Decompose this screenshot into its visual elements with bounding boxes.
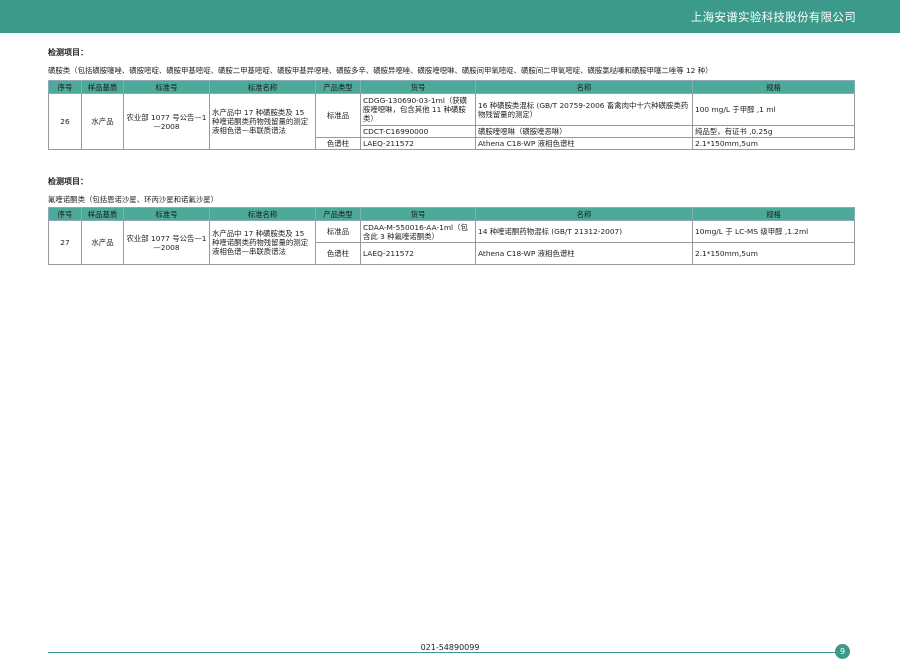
col-header-spec: 规格	[692, 207, 855, 221]
col-header-std-name: 标准名称	[209, 207, 316, 221]
product-code: LAEQ-211572	[360, 242, 476, 265]
product-table-1: 序号 样品基质 标准号 标准名称 产品类型 货号 名称 规格 26 水产品 农业…	[48, 80, 855, 150]
table-header-row: 序号 样品基质 标准号 标准名称 产品类型 货号 名称 规格	[48, 207, 855, 221]
product-type: 色谱柱	[315, 137, 361, 150]
standard-name: 水产品中 17 种磺胺类及 15 种喹诺酮类药物残留量的测定 液相色谱—串联质谱…	[209, 220, 316, 265]
product-spec: 100 mg/L 于甲醇 ,1 ml	[692, 93, 855, 126]
product-name: 14 种喹诺酮药物混标 (GB/T 21312-2007)	[475, 220, 693, 243]
row-number: 26	[48, 93, 82, 150]
product-spec: 10mg/L 于 LC-MS 级甲醇 ,1.2ml	[692, 220, 855, 243]
col-header-matrix: 样品基质	[81, 80, 124, 94]
table-row: 26 水产品 农业部 1077 号公告—1—2008 水产品中 17 种磺胺类及…	[48, 93, 855, 150]
product-code: CDAA-M-550016-AA-1ml（包含此 3 种氟喹诺酮类）	[360, 220, 476, 243]
standard-name: 水产品中 17 种磺胺类及 15 种喹诺酮类药物残留量的测定 液相色谱—串联质谱…	[209, 93, 316, 150]
col-header-spec: 规格	[692, 80, 855, 94]
col-header-code: 货号	[360, 80, 476, 94]
product-spec: 纯品型，有证书 ,0.25g	[692, 125, 855, 138]
footer-phone: 021-54890099	[0, 643, 900, 652]
footer-divider	[48, 652, 838, 653]
product-name: 磺胺喹噁啉（磺胺喹恶啉）	[475, 125, 693, 138]
product-name: 16 种磺胺类混标 (GB/T 20759-2006 畜禽肉中十六种磺胺类药物残…	[475, 93, 693, 126]
product-code: LAEQ-211572	[360, 137, 476, 150]
col-header-code: 货号	[360, 207, 476, 221]
standard-number: 农业部 1077 号公告—1—2008	[123, 93, 210, 150]
product-name: Athena C18-WP 液相色谱柱	[475, 242, 693, 265]
product-type: 标准品	[315, 220, 361, 243]
table-header-row: 序号 样品基质 标准号 标准名称 产品类型 货号 名称 规格	[48, 80, 855, 94]
col-header-type: 产品类型	[315, 207, 361, 221]
phone-number: 021-54890099	[412, 643, 488, 652]
section-description: 氟喹诺酮类（包括恩诺沙星、环丙沙星和诺氟沙星）	[48, 195, 218, 204]
standard-number: 农业部 1077 号公告—1—2008	[123, 220, 210, 265]
product-name: Athena C18-WP 液相色谱柱	[475, 137, 693, 150]
section-title: 检测项目：	[48, 177, 88, 186]
product-spec: 2.1*150mm,5um	[692, 137, 855, 150]
col-header-std-no: 标准号	[123, 207, 210, 221]
table-row: 27 水产品 农业部 1077 号公告—1—2008 水产品中 17 种磺胺类及…	[48, 220, 855, 265]
section-description: 磺胺类（包括磺胺噻唑、磺胺嘧啶、磺胺甲基嘧啶、磺胺二甲基嘧啶、磺胺甲基异噁唑、磺…	[48, 66, 713, 75]
sample-matrix: 水产品	[81, 93, 124, 150]
col-header-std-no: 标准号	[123, 80, 210, 94]
product-code: CDCT-C16990000	[360, 125, 476, 138]
sample-matrix: 水产品	[81, 220, 124, 265]
col-header-type: 产品类型	[315, 80, 361, 94]
product-spec: 2.1*150mm,5um	[692, 242, 855, 265]
product-code: CDGG-130690-03-1ml（获磺胺喹噁啉，包含其他 11 种磺胺类）	[360, 93, 476, 126]
col-header-no: 序号	[48, 80, 82, 94]
product-type: 标准品	[315, 93, 361, 138]
product-table-2: 序号 样品基质 标准号 标准名称 产品类型 货号 名称 规格 27 水产品 农业…	[48, 207, 855, 265]
company-name: 上海安谱实验科技股份有限公司	[690, 10, 856, 24]
page-number-badge: 9	[835, 644, 850, 659]
col-header-name: 名称	[475, 207, 693, 221]
row-number: 27	[48, 220, 82, 265]
section-title: 检测项目：	[48, 48, 88, 57]
header-bar: 上海安谱实验科技股份有限公司	[0, 0, 900, 33]
col-header-no: 序号	[48, 207, 82, 221]
col-header-matrix: 样品基质	[81, 207, 124, 221]
product-type: 色谱柱	[315, 242, 361, 265]
col-header-std-name: 标准名称	[209, 80, 316, 94]
col-header-name: 名称	[475, 80, 693, 94]
